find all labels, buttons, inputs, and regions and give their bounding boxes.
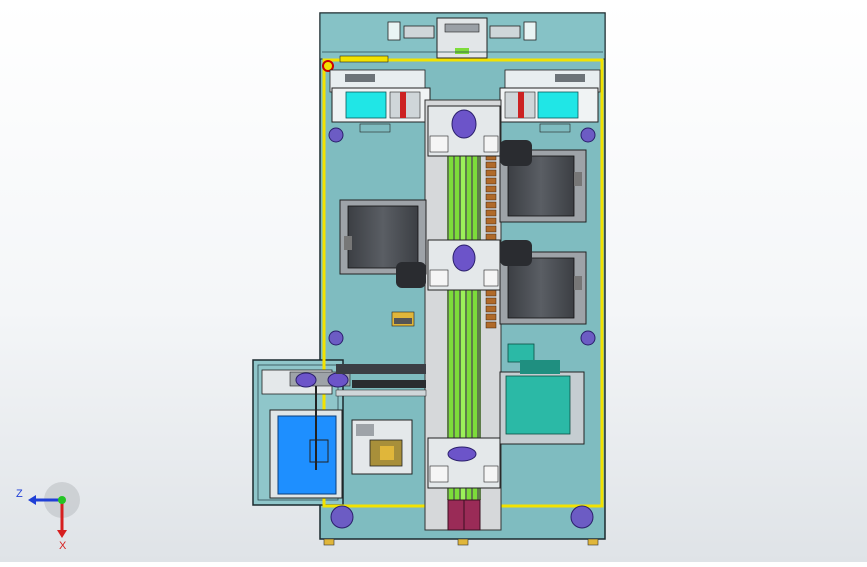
chain-link: [485, 321, 497, 329]
chain-link: [485, 297, 497, 305]
z-axis-arrowhead: [28, 495, 36, 505]
chain-link: [485, 313, 497, 321]
motor-unit-right-upper: [499, 140, 587, 223]
carriage-bottom: [427, 437, 501, 489]
chain-link: [485, 193, 497, 201]
chain-link: [485, 217, 497, 225]
cad-viewport[interactable]: Z X: [0, 0, 867, 562]
chain-link: [485, 201, 497, 209]
frame-corner-marker: [322, 60, 334, 72]
chain-link: [485, 169, 497, 177]
drag-chain: [485, 129, 497, 329]
chain-link: [485, 225, 497, 233]
x-axis-label: X: [59, 540, 67, 550]
chain-link: [485, 233, 497, 241]
carriage-middle: [427, 239, 501, 291]
chain-link: [485, 161, 497, 169]
chain-link: [485, 185, 497, 193]
pick-unit: [351, 419, 413, 475]
chain-link: [485, 177, 497, 185]
orientation-triad[interactable]: Z X: [12, 470, 92, 550]
chain-link: [485, 209, 497, 217]
motor-unit-right-lower: [499, 240, 587, 325]
y-axis-dot: [58, 496, 66, 504]
z-axis-label: Z: [16, 488, 23, 500]
carriage-top: [427, 105, 501, 157]
base-feet: [323, 538, 599, 546]
sensor-block: [391, 311, 415, 327]
chain-link: [485, 305, 497, 313]
chain-link: [485, 289, 497, 297]
x-axis-arrowhead: [57, 530, 67, 538]
assembly-drawing: [252, 12, 606, 546]
